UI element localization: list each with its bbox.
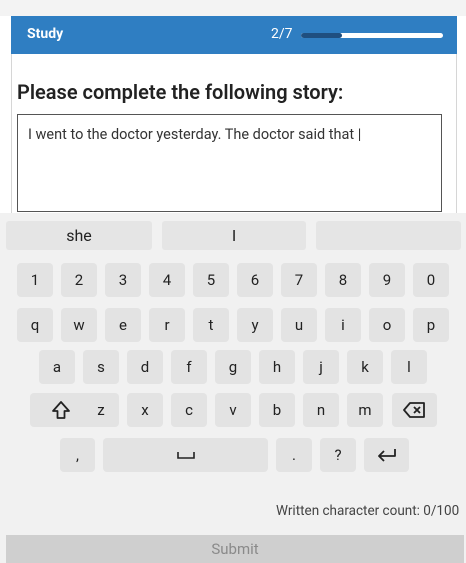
key-q[interactable]: q	[17, 308, 53, 342]
step-counter: 2/7	[271, 26, 293, 42]
key-8[interactable]: 8	[325, 263, 361, 297]
key-9[interactable]: 9	[369, 263, 405, 297]
suggestion-she[interactable]: she	[6, 221, 152, 250]
key-n[interactable]: n	[303, 393, 339, 427]
key-o[interactable]: o	[369, 308, 405, 342]
suggestion-i[interactable]: I	[162, 221, 306, 250]
key-l[interactable]: l	[391, 350, 427, 384]
suggestion-empty[interactable]	[316, 221, 461, 250]
progress-fill	[301, 33, 342, 38]
key-p[interactable]: p	[413, 308, 449, 342]
key-c[interactable]: c	[171, 393, 207, 427]
study-header: Study 2/7	[11, 16, 457, 54]
enter-key[interactable]	[364, 438, 409, 472]
key-4[interactable]: 4	[149, 263, 185, 297]
submit-button[interactable]: Submit	[6, 535, 464, 563]
key-r[interactable]: r	[149, 308, 185, 342]
key-s[interactable]: s	[83, 350, 119, 384]
key-h[interactable]: h	[259, 350, 295, 384]
key-v[interactable]: v	[215, 393, 251, 427]
character-count: Written character count: 0/100	[276, 503, 460, 519]
key-3[interactable]: 3	[105, 263, 141, 297]
progress-bar	[301, 33, 443, 38]
key-7[interactable]: 7	[281, 263, 317, 297]
key-b[interactable]: b	[259, 393, 295, 427]
key-j[interactable]: j	[303, 350, 339, 384]
key-w[interactable]: w	[61, 308, 97, 342]
key-1[interactable]: 1	[17, 263, 53, 297]
key-m[interactable]: m	[347, 393, 383, 427]
key-f[interactable]: f	[171, 350, 207, 384]
period-key[interactable]: .	[276, 438, 312, 472]
key-5[interactable]: 5	[193, 263, 229, 297]
backspace-icon	[402, 401, 427, 419]
story-input[interactable]: I went to the doctor yesterday. The doct…	[17, 114, 442, 212]
key-y[interactable]: y	[237, 308, 273, 342]
study-title: Study	[27, 26, 64, 42]
key-a[interactable]: a	[39, 350, 75, 384]
key-i[interactable]: i	[325, 308, 361, 342]
key-x[interactable]: x	[127, 393, 163, 427]
key-u[interactable]: u	[281, 308, 317, 342]
key-6[interactable]: 6	[237, 263, 273, 297]
question-key[interactable]: ?	[320, 438, 356, 472]
shift-icon	[51, 400, 71, 420]
top-background	[0, 0, 466, 16]
story-prompt: Please complete the following story:	[17, 80, 344, 104]
key-e[interactable]: e	[105, 308, 141, 342]
key-g[interactable]: g	[215, 350, 251, 384]
key-d[interactable]: d	[127, 350, 163, 384]
comma-key[interactable]: ,	[60, 438, 95, 472]
key-0[interactable]: 0	[413, 263, 449, 297]
shift-key[interactable]	[30, 393, 92, 427]
space-icon	[176, 450, 196, 460]
backspace-key[interactable]	[392, 393, 437, 427]
space-key[interactable]	[103, 438, 268, 472]
enter-icon	[376, 447, 398, 463]
key-2[interactable]: 2	[61, 263, 97, 297]
key-k[interactable]: k	[347, 350, 383, 384]
key-t[interactable]: t	[193, 308, 229, 342]
